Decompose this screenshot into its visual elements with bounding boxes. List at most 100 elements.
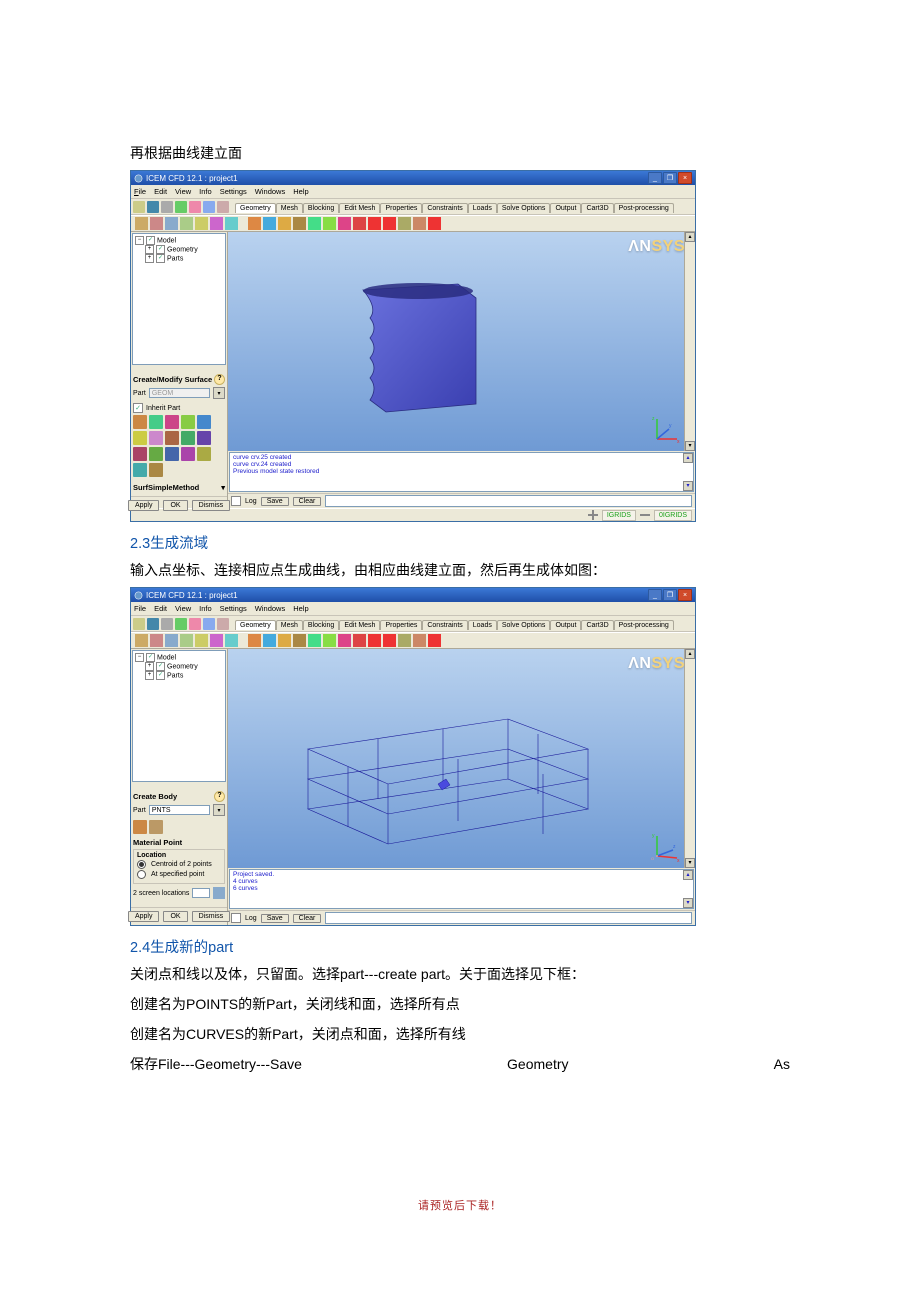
geom-body-icon[interactable]: [293, 217, 306, 230]
radio-specified[interactable]: [137, 870, 146, 879]
log-checkbox[interactable]: [231, 496, 241, 506]
geom-misc-icon[interactable]: [413, 634, 426, 647]
viewport[interactable]: ΛNSYS x z y ▴ ▾: [228, 232, 695, 451]
surf-method-icon[interactable]: [165, 415, 179, 429]
body-method-icon[interactable]: [149, 820, 163, 834]
surf-method-icon[interactable]: [197, 415, 211, 429]
zoom-icon[interactable]: [175, 201, 187, 213]
scrollbar[interactable]: ▴ ▾: [684, 649, 695, 868]
menu-view[interactable]: View: [175, 604, 191, 613]
tool-icon[interactable]: [150, 634, 163, 647]
scrollbar[interactable]: ▴ ▾: [684, 232, 695, 451]
tool-icon[interactable]: [135, 217, 148, 230]
tab-geometry[interactable]: Geometry: [235, 620, 276, 630]
print-icon[interactable]: [161, 618, 173, 630]
help-icon[interactable]: ?: [214, 791, 225, 802]
scroll-up-icon[interactable]: ▴: [685, 232, 695, 242]
tool-icon[interactable]: [195, 634, 208, 647]
help-icon[interactable]: ?: [214, 374, 225, 385]
tab-geometry[interactable]: Geometry: [235, 203, 276, 213]
tool-icon[interactable]: [210, 634, 223, 647]
tab-cart3d[interactable]: Cart3D: [581, 620, 613, 630]
tree-geometry[interactable]: Geometry: [167, 246, 198, 253]
print-icon[interactable]: [161, 201, 173, 213]
menu-info[interactable]: Info: [199, 604, 212, 613]
menu-windows[interactable]: Windows: [255, 604, 285, 613]
refresh-icon[interactable]: [217, 201, 229, 213]
dropdown-arrow-icon[interactable]: ▾: [213, 387, 225, 399]
ok-button[interactable]: OK: [163, 500, 187, 511]
tool-icon[interactable]: [195, 217, 208, 230]
tree-model[interactable]: Model: [157, 237, 176, 244]
tool-icon[interactable]: [165, 217, 178, 230]
maximize-button[interactable]: ❐: [663, 589, 677, 601]
geom-curve-icon[interactable]: [263, 634, 276, 647]
geom-mesh-icon[interactable]: [308, 634, 321, 647]
surf-method-icon[interactable]: [165, 431, 179, 445]
ok-button[interactable]: OK: [163, 911, 187, 922]
tab-post[interactable]: Post-processing: [614, 620, 674, 630]
pick-icon[interactable]: [213, 887, 225, 899]
menu-file[interactable]: File: [134, 187, 146, 196]
surf-method-icon[interactable]: [181, 415, 195, 429]
tab-properties[interactable]: Properties: [380, 203, 422, 213]
tool-icon[interactable]: [225, 217, 238, 230]
geom-surface-icon[interactable]: [278, 634, 291, 647]
maximize-button[interactable]: ❐: [663, 172, 677, 184]
surf-method-icon[interactable]: [149, 447, 163, 461]
menu-settings[interactable]: Settings: [220, 604, 247, 613]
geom-transform-icon[interactable]: [338, 217, 351, 230]
redo-icon[interactable]: [203, 618, 215, 630]
menu-info[interactable]: Info: [199, 187, 212, 196]
tab-mesh[interactable]: Mesh: [276, 620, 303, 630]
tool-icon[interactable]: [135, 634, 148, 647]
surf-method-icon[interactable]: [133, 431, 147, 445]
refresh-icon[interactable]: [217, 618, 229, 630]
menu-file[interactable]: File: [134, 604, 146, 613]
scroll-up-icon[interactable]: ▴: [683, 870, 693, 880]
geom-curve-icon[interactable]: [263, 217, 276, 230]
tab-blocking[interactable]: Blocking: [303, 620, 339, 630]
geom-delete-icon[interactable]: [353, 634, 366, 647]
dropdown-arrow-icon[interactable]: ▾: [213, 804, 225, 816]
save-button[interactable]: Save: [261, 914, 289, 923]
close-button[interactable]: ×: [678, 589, 692, 601]
dismiss-button[interactable]: Dismiss: [192, 500, 231, 511]
surf-method-icon[interactable]: [181, 447, 195, 461]
tool-icon[interactable]: [225, 634, 238, 647]
undo-icon[interactable]: [189, 618, 201, 630]
tab-solve[interactable]: Solve Options: [497, 203, 551, 213]
close-button[interactable]: ×: [678, 172, 692, 184]
apply-button[interactable]: Apply: [128, 911, 160, 922]
open-icon[interactable]: [133, 201, 145, 213]
apply-button[interactable]: Apply: [128, 500, 160, 511]
menu-view[interactable]: View: [175, 187, 191, 196]
surf-method-icon[interactable]: [197, 431, 211, 445]
menu-edit[interactable]: Edit: [154, 604, 167, 613]
menu-windows[interactable]: Windows: [255, 187, 285, 196]
tab-editmesh[interactable]: Edit Mesh: [339, 620, 380, 630]
surf-method-icon[interactable]: [149, 415, 163, 429]
tool-icon[interactable]: [180, 217, 193, 230]
tab-editmesh[interactable]: Edit Mesh: [339, 203, 380, 213]
geom-delete-icon[interactable]: [353, 217, 366, 230]
surf-method-icon[interactable]: [133, 463, 147, 477]
tab-blocking[interactable]: Blocking: [303, 203, 339, 213]
tab-output[interactable]: Output: [550, 203, 581, 213]
redo-icon[interactable]: [203, 201, 215, 213]
tab-output[interactable]: Output: [550, 620, 581, 630]
undo-icon[interactable]: [189, 201, 201, 213]
geom-misc-icon[interactable]: [413, 217, 426, 230]
command-input[interactable]: [325, 912, 692, 924]
viewport[interactable]: ΛNSYS: [228, 649, 695, 868]
geom-box-icon[interactable]: [398, 217, 411, 230]
scroll-up-icon[interactable]: ▴: [683, 453, 693, 463]
tab-cart3d[interactable]: Cart3D: [581, 203, 613, 213]
scroll-down-icon[interactable]: ▾: [685, 441, 695, 451]
scroll-down-icon[interactable]: ▾: [683, 481, 693, 491]
cross-red-icon[interactable]: [428, 634, 441, 647]
surf-method-icon[interactable]: [133, 415, 147, 429]
scroll-down-icon[interactable]: ▾: [683, 898, 693, 908]
screen-locations-field[interactable]: [192, 888, 210, 898]
tab-mesh[interactable]: Mesh: [276, 203, 303, 213]
